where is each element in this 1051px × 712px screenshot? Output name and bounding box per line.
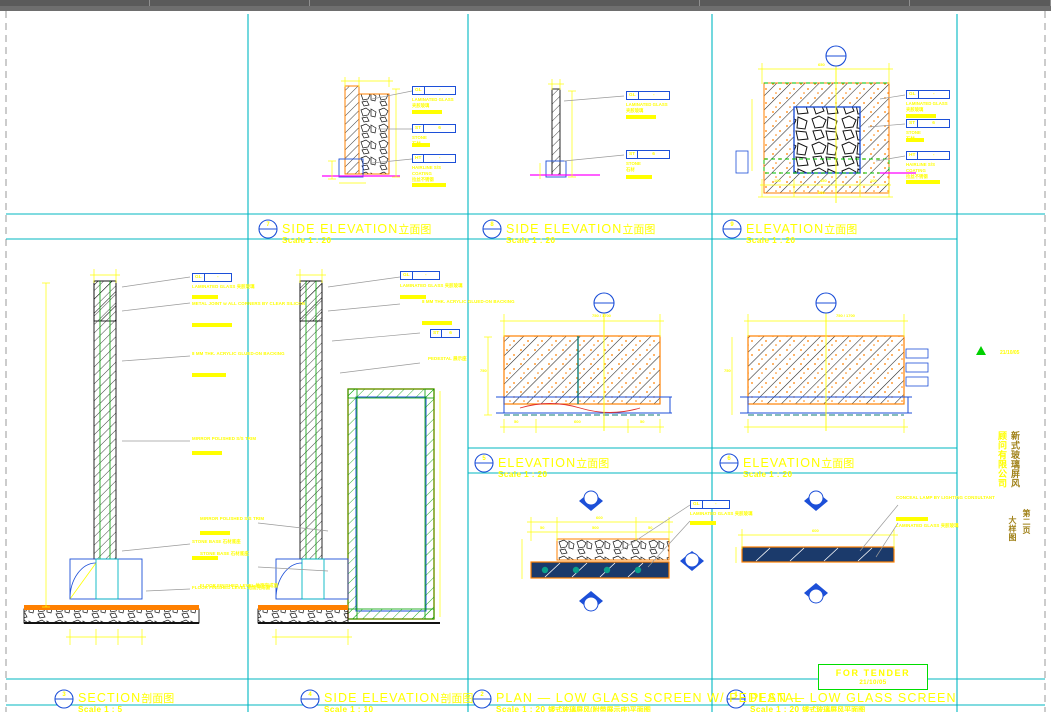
geometry-section-3 [23, 269, 200, 709]
material-tag-st[interactable]: ST 6 [430, 329, 460, 338]
material-tag-desc: HAIRLINE S/S COATING 拉丝不锈钢 [906, 162, 936, 179]
geometry-elevation-5 [484, 292, 672, 433]
tag-highlight-bar [626, 115, 656, 119]
window-titlebar[interactable] [0, 0, 1051, 11]
material-tag-code: GL [907, 91, 919, 98]
material-tag-code: HT [907, 152, 919, 159]
geometry-elevation-6 [731, 292, 929, 433]
material-tag-gl[interactable]: GL - [192, 273, 232, 282]
tag-highlight-bar [192, 451, 222, 455]
tag-highlight-bar [400, 295, 426, 299]
material-tag-st[interactable]: ST 6 [412, 124, 456, 133]
material-tag-value: - [715, 502, 717, 507]
material-tag-gl[interactable]: GL - [412, 86, 456, 95]
revision-date: 21/10/05 [1000, 350, 1020, 356]
tag-highlight-bar [192, 323, 232, 327]
for-tender-stamp: FOR TENDER 21/10/05 [818, 664, 928, 690]
material-tag-desc: LAMINATED GLASS 夹胶玻璃 [626, 102, 668, 113]
material-tag-value: - [439, 88, 441, 93]
material-tag-st[interactable]: ST 6 [626, 150, 670, 159]
material-tag-gl[interactable]: GL - [906, 90, 950, 99]
geometry-side-elevation-8 [530, 79, 625, 179]
tag-highlight-bar [412, 143, 430, 147]
material-tag-gl[interactable]: GL - [626, 91, 670, 100]
tag-highlight-bar [906, 180, 940, 184]
material-tag-ht[interactable]: HT - [412, 154, 456, 163]
material-tag-desc: LAMINATED GLASS 夹胶玻璃 [412, 97, 454, 108]
material-tag-value: - [217, 275, 219, 280]
material-tag-desc: STONE 石材 [626, 161, 641, 172]
material-tag-value: 6 [438, 126, 441, 131]
title-bubbles [258, 219, 742, 473]
material-tag-code: ST [413, 125, 425, 132]
material-tag-ht[interactable]: HT - [906, 151, 950, 160]
cad-drawing-window: 7 SIDE ELEVATION立面图 Scale 1 : 20 8 SIDE … [0, 0, 1051, 712]
material-tag-code: GL [691, 501, 703, 508]
material-tag-value: - [438, 156, 441, 161]
geometry-side-elevation-4 [257, 269, 441, 709]
sidebar-text-firm: 新式玻璃屏风 [1010, 431, 1020, 488]
material-tag-code: HT [413, 155, 425, 162]
material-tag-code: ST [907, 120, 919, 127]
tag-highlight-bar [412, 183, 446, 187]
material-tag-value: - [932, 153, 935, 158]
tag-highlight-bar [626, 175, 652, 179]
geometry-elevation-9 [735, 45, 916, 203]
material-tag-value: 6 [652, 152, 655, 157]
material-tag-desc: LAMINATED GLASS 夹胶玻璃 [906, 101, 948, 112]
tag-highlight-bar [192, 373, 226, 377]
tag-highlight-bar [192, 295, 218, 299]
material-tag-code: GL [401, 272, 413, 279]
tag-highlight-bar [192, 556, 218, 560]
drawing-canvas[interactable]: 7 SIDE ELEVATION立面图 Scale 1 : 20 8 SIDE … [0, 11, 1051, 712]
sidebar-text-page: 第二页 [1022, 509, 1031, 535]
tag-highlight-bar [422, 321, 452, 325]
material-tag-st[interactable]: ST 6 [906, 119, 950, 128]
material-tag-gl[interactable]: GL - [690, 500, 730, 509]
tender-date: 21/10/05 [859, 679, 887, 686]
tag-highlight-bar [412, 110, 442, 114]
tag-highlight-bar [906, 138, 924, 142]
tender-label: FOR TENDER [835, 668, 911, 678]
tag-highlight-bar [896, 517, 928, 521]
tag-highlight-bar [906, 114, 936, 118]
material-tag-value: - [653, 93, 655, 98]
material-tag-value: - [425, 273, 427, 278]
tag-highlight-bar [690, 521, 716, 525]
material-tag-value: 6 [449, 331, 452, 336]
material-tag-code: GL [627, 92, 639, 99]
material-tag-code: GL [193, 274, 205, 281]
revision-triangle-icon [976, 346, 986, 355]
material-tag-code: ST [431, 330, 443, 337]
sidebar-text-company: 顾问有限公司 [997, 431, 1007, 488]
sidebar-text-sheet: 大样图 [1008, 516, 1017, 542]
geometry-plan-2 [472, 490, 704, 709]
material-tag-code: GL [413, 87, 425, 94]
material-tag-value: 6 [932, 121, 935, 126]
cad-vector-layer [5, 11, 1046, 712]
geometry-side-elevation-7 [322, 77, 413, 184]
material-tag-gl[interactable]: GL - [400, 271, 440, 280]
material-tag-code: ST [627, 151, 639, 158]
material-tag-desc: HAIRLINE S/S COATING 拉丝不锈钢 [412, 165, 442, 182]
material-tag-value: - [933, 92, 935, 97]
tag-highlight-bar [200, 531, 230, 535]
